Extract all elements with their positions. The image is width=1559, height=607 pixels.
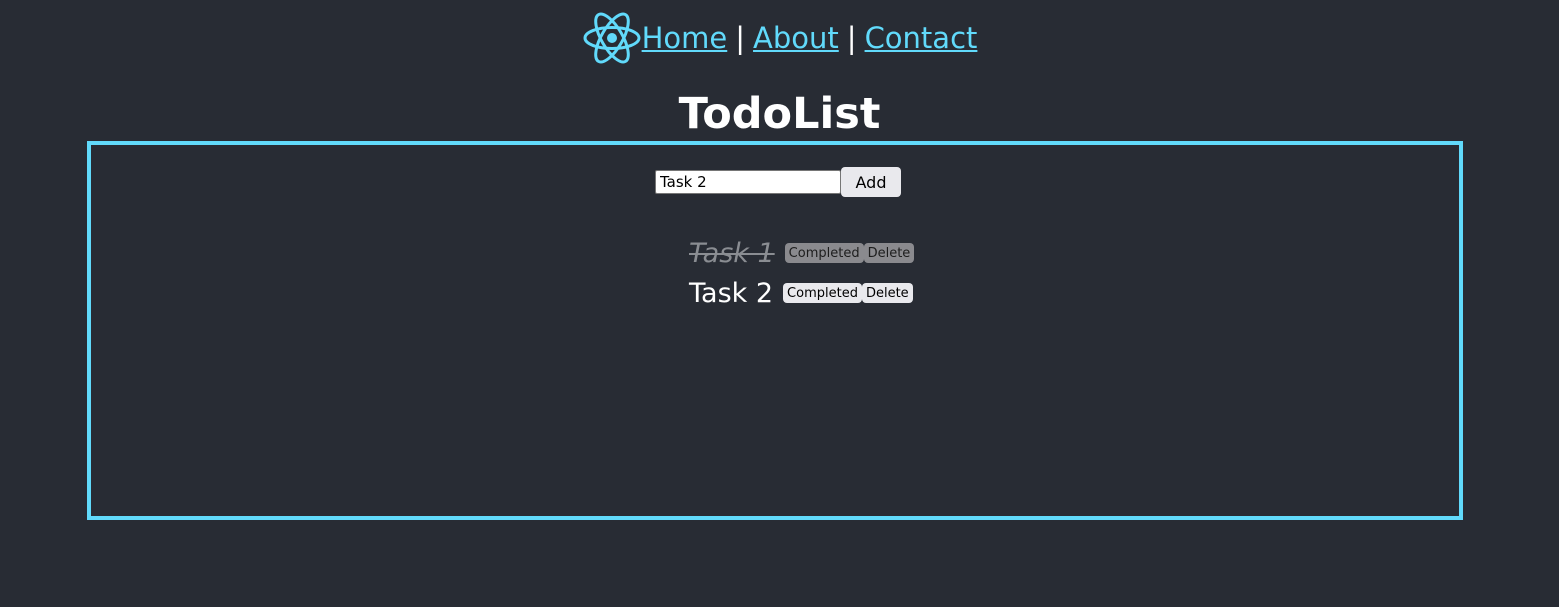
delete-button[interactable]: Delete	[861, 283, 913, 303]
todo-input[interactable]	[655, 170, 841, 194]
page-title: TodoList	[678, 89, 881, 139]
complete-button[interactable]: Completed	[783, 283, 862, 303]
top-nav: Home | About | Contact	[0, 8, 1559, 68]
nav-separator: |	[846, 21, 857, 55]
todo-item-text: Task 2	[689, 277, 774, 309]
todo-list: Task 1 Completed Delete Task 2 Completed…	[689, 233, 915, 313]
nav-link-home[interactable]: Home	[642, 21, 728, 55]
add-button[interactable]: Add	[841, 167, 901, 197]
complete-button[interactable]: Completed	[784, 243, 864, 263]
todo-board: Add Task 1 Completed Delete Task 2 Compl…	[87, 141, 1463, 520]
todo-item: Task 2 Completed Delete	[689, 273, 914, 313]
nav-link-about[interactable]: About	[753, 21, 839, 55]
todo-item: Task 1 Completed Delete	[689, 233, 915, 273]
react-atom-icon	[583, 12, 641, 64]
nav-separator: |	[735, 21, 746, 55]
delete-button[interactable]: Delete	[863, 243, 915, 263]
add-todo-form: Add	[655, 167, 901, 197]
todo-item-text: Task 1	[689, 237, 775, 269]
nav-link-contact[interactable]: Contact	[865, 21, 978, 55]
